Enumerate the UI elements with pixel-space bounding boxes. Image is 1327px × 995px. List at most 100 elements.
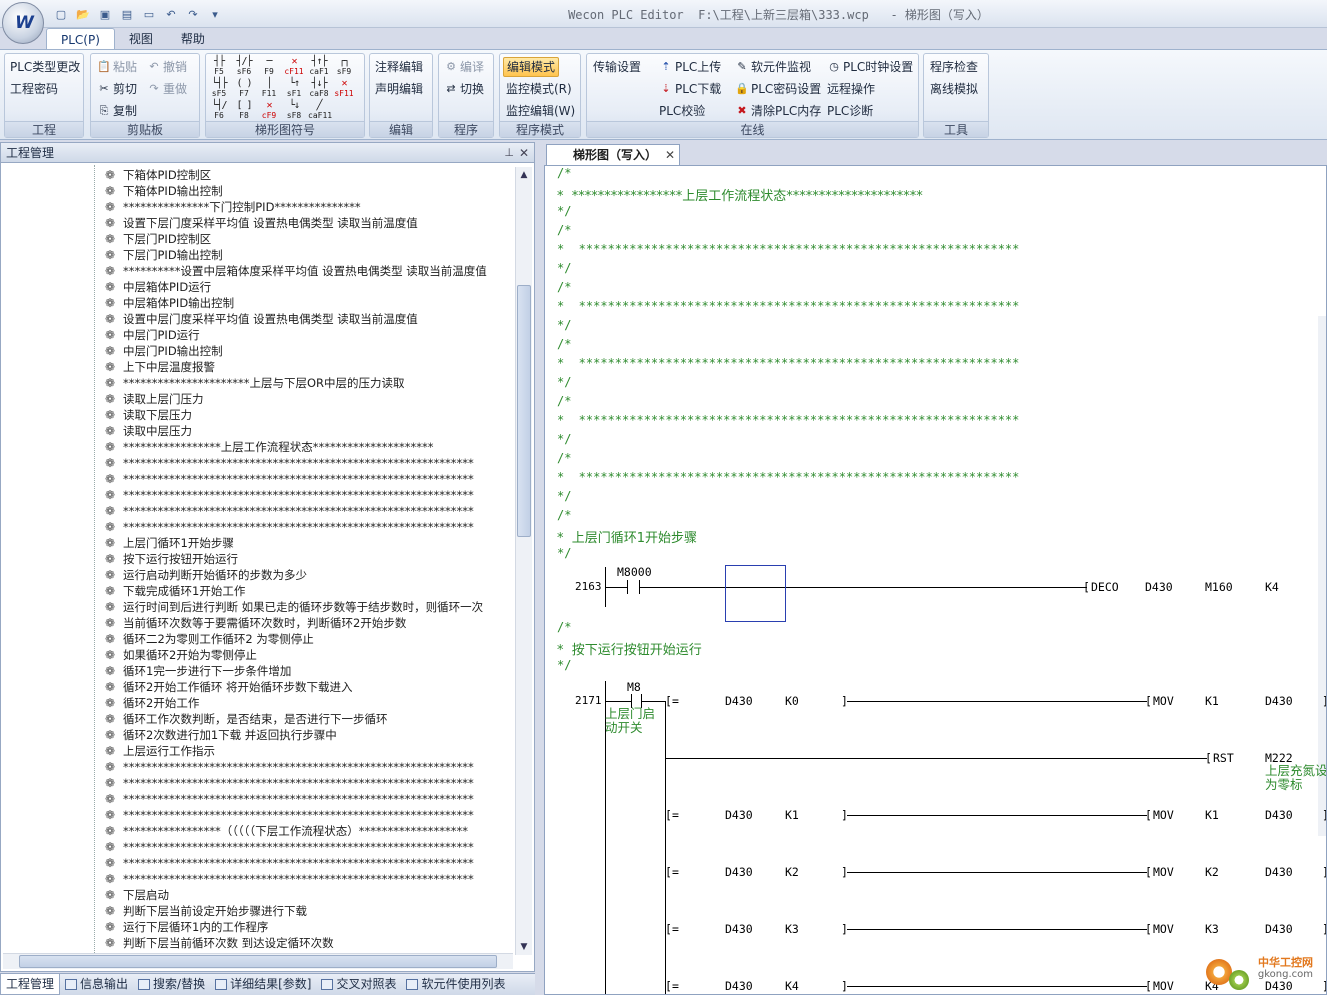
hline-symbol[interactable]: ─ F9 [258,57,280,77]
tree-item[interactable]: ❁ 运行下层循环1内的工作程序 [101,919,268,935]
plc-type-change-button[interactable]: PLC类型更改 [10,57,80,77]
plc-password-button[interactable]: 🔒 PLC密码设置 [735,79,821,99]
instruction-symbol[interactable]: [ ] F8 [233,101,255,121]
project-password-button[interactable]: 工程密码 [10,79,58,99]
plc-clock-button[interactable]: ◷ PLC时钟设置 [827,57,913,77]
tree-item[interactable]: ❁ 循环二2为零则工作循环2 为零侧停止 [101,631,314,647]
ladder-editor[interactable]: /* * *****************上层工作流程状态***********… [544,165,1327,995]
tree-item[interactable]: ❁ 下箱体PID输出控制 [101,183,223,199]
tree-item[interactable]: ❁ ***************************************… [101,487,474,503]
plc-diagnosis-button[interactable]: PLC诊断 [827,101,873,121]
paste-button[interactable]: 📋 粘贴 [97,57,137,77]
fall-symbol[interactable]: ┤↓├ caF8 [308,79,330,99]
tab-cross-reference[interactable]: 交叉对照表 [316,974,401,995]
statement-edit-button[interactable]: 声明编辑 [375,79,423,99]
tree-item[interactable]: ❁ 设置下层门度采样平均值 设置热电偶类型 读取当前温度值 [101,215,418,231]
tab-device-usage[interactable]: 软元件使用列表 [401,974,510,995]
monitor-mode-button[interactable]: 监控模式(R) [506,79,572,99]
tree-item[interactable]: ❁ 按下运行按钮开始运行 [101,551,238,567]
delete-vline-symbol[interactable]: ✕ sF11 [333,79,355,99]
horizontal-scrollbar[interactable] [3,953,513,969]
tree-item[interactable]: ❁ ***************************************… [101,775,474,791]
tree-item[interactable]: ❁ 中层箱体PID输出控制 [101,295,234,311]
tree-item[interactable]: ❁ 下箱体PID控制区 [101,167,211,183]
tab-info-output[interactable]: 信息输出 [60,974,133,995]
tree-item[interactable]: ❁ 下层启动 [101,887,169,903]
tree-item[interactable]: ❁ 上层运行工作指示 [101,743,215,759]
tree-item[interactable]: ❁ 循环工作次数判断，是否结束，是否进行下一步循环 [101,711,388,727]
tree-item[interactable]: ❁ ***************************************… [101,503,474,519]
plc-upload-button[interactable]: ⇡ PLC上传 [659,57,721,77]
tree-item[interactable]: ❁ 运行时间到后进行判断 如果已走的循环步数等于结步数时，则循环一次 [101,599,483,615]
tree-item[interactable]: ❁ 判断下层当前循环次数 到达设定循环次数 [101,935,334,951]
clear-plc-memory-button[interactable]: ✖ 清除PLC内存 [735,101,821,121]
editor-scrollbar[interactable] [1318,316,1326,836]
program-check-button[interactable]: 程序检查 [930,57,978,77]
monitor-edit-button[interactable]: 监控编辑(W) [506,101,575,121]
scroll-thumb[interactable] [517,285,531,537]
tab-plc[interactable]: PLC(P) [46,28,115,50]
tree-item[interactable]: ❁ *****************（（（（（下层工作流程状态）********… [101,823,468,839]
cut-button[interactable]: ✂ 剪切 [97,79,137,99]
tree-item[interactable]: ❁ ***************************************… [101,471,474,487]
app-logo[interactable]: W [2,2,44,44]
tree-item[interactable]: ❁ 中层门PID输出控制 [101,343,223,359]
scroll-down-icon[interactable]: ▼ [517,940,531,954]
tree-item[interactable]: ❁ ***************************************… [101,519,474,535]
tree-item[interactable]: ❁ 中层箱体PID运行 [101,279,211,295]
tree-item[interactable]: ❁ ***************************************… [101,839,474,855]
contact-no-symbol[interactable]: ┤├ F5 [208,57,230,77]
vertical-scrollbar[interactable]: ▲ ▼ [515,167,532,955]
tree-item[interactable]: ❁ 下载完成循环1开始工作 [101,583,245,599]
tree-item[interactable]: ❁ *****************上层工作流程状态**************… [101,439,434,455]
tab-search-replace[interactable]: 搜索/替换 [133,974,210,995]
tab-detail-results[interactable]: 详细结果[参数] [210,974,316,995]
tree-item[interactable]: ❁ 读取下层压力 [101,407,192,423]
parallel-no-symbol[interactable]: └┤├ sF5 [208,79,230,99]
tree-item[interactable]: ❁ 读取上层门压力 [101,391,204,407]
contact-nc-symbol[interactable]: ┤/├ sF6 [233,57,255,77]
tab-project-management[interactable]: 工程管理 [0,974,61,995]
tree-item[interactable]: ❁ 中层门PID运行 [101,327,200,343]
tree-item[interactable]: ❁ 判断下层当前设定开始步骤进行下载 [101,903,307,919]
comment-edit-button[interactable]: 注释编辑 [375,57,423,77]
offline-sim-button[interactable]: 离线模拟 [930,79,978,99]
tree-item[interactable]: ❁ ***************************************… [101,455,474,471]
tree-item[interactable]: ❁ 上层门循环1开始步骤 [101,535,234,551]
tab-help[interactable]: 帮助 [167,28,219,50]
tree-item[interactable]: ❁ ***************************************… [101,807,474,823]
vline-symbol[interactable]: │ F11 [258,79,280,99]
copy-button[interactable]: ⎘ 复制 [97,101,137,121]
redo-button[interactable]: ↷ 重做 [147,79,187,99]
device-monitor-button[interactable]: ✎ 软元件监视 [735,57,811,77]
edit-mode-button[interactable]: 编辑模式 [503,57,560,77]
undo-button[interactable]: ↶ 撤销 [147,57,187,77]
tab-view[interactable]: 视图 [115,28,167,50]
transfer-settings-button[interactable]: 传输设置 [593,57,641,77]
tree-item[interactable]: ❁ 设置中层门度采样平均值 设置热电偶类型 读取当前温度值 [101,311,418,327]
tree-item[interactable]: ❁ 当前循环次数等于要需循环次数时，判断循环2开始步数 [101,615,406,631]
tree-item[interactable]: ❁ 如果循环2开始为零侧停止 [101,647,257,663]
tree-item[interactable]: ❁ ***************************************… [101,855,474,871]
ladder-document-tab[interactable]: 梯形图（写入） ✕ [546,144,681,165]
tree-item[interactable]: ❁ ***************************************… [101,791,474,807]
tree-item[interactable]: ❁ 循环2开始工作循环 将开始循环步数下载进入 [101,679,353,695]
op-symbol[interactable]: ┌┐ sF9 [333,57,355,77]
scroll-up-icon[interactable]: ▲ [517,168,531,182]
parallel-nc-symbol[interactable]: └┤/F6 [208,101,230,121]
tree-item[interactable]: ❁ 读取中层压力 [101,423,192,439]
hscroll-thumb[interactable] [19,955,497,968]
tree-item[interactable]: ❁ **********************上层与下层OR中层的压力读取 [101,375,405,391]
tree-item[interactable]: ❁ 循环2开始工作 [101,695,199,711]
delete-symbol[interactable]: ✕ cF9 [258,101,280,121]
remote-operation-button[interactable]: 远程操作 [827,79,875,99]
parallel-rise-symbol[interactable]: └↑ sF1 [283,79,305,99]
rise-symbol[interactable]: ┤↑├ caF1 [308,57,330,77]
tree-item[interactable]: ❁ ***************************************… [101,759,474,775]
tree-item[interactable]: ❁ **********设置中层箱体度采样平均值 设置热电偶类型 读取当前温度值 [101,263,487,279]
compile-button[interactable]: ⚙ 编译 [444,57,484,77]
tree-item[interactable]: ❁ 循环1完一步进行下一步条件增加 [101,663,291,679]
plc-download-button[interactable]: ⇣ PLC下载 [659,79,721,99]
pin-icon[interactable]: ⊥ [504,143,514,163]
close-tab-icon[interactable]: ✕ [665,145,675,165]
